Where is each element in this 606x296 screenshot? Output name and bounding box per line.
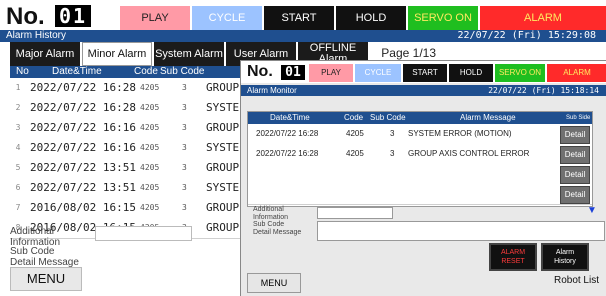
down-arrow-icon[interactable]: ▼	[587, 205, 597, 216]
screen-title: Alarm History	[6, 30, 67, 41]
additional-info-label: Additional Information	[10, 226, 61, 248]
tab-major-alarm[interactable]: Major Alarm	[10, 42, 80, 66]
hold-indicator: HOLD	[336, 6, 406, 30]
front-col-code: Code	[344, 113, 364, 122]
table-header: No Date&Time Code Sub Code	[10, 66, 240, 78]
subcode-label: Sub Code Detail Message	[10, 246, 79, 268]
detail-button[interactable]: Detail	[560, 146, 590, 164]
additional-info-field	[95, 226, 192, 241]
servo-on-indicator: SERVO ON	[408, 6, 478, 30]
col-subcode: Sub Code	[160, 66, 205, 77]
robot-no-label: No.	[6, 3, 45, 30]
front-title-bar: Alarm Monitor 22/07/22 (Fri) 15:18:14	[241, 85, 606, 96]
front-cycle-indicator: CYCLE	[355, 64, 401, 82]
table-row[interactable]: 2 2022/07/22 16:28 4205 3 SYSTE	[10, 98, 240, 119]
front-play-indicator: PLAY	[309, 64, 353, 82]
status-bar: No. 01 PLAY CYCLE START HOLD SERVO ON AL…	[0, 0, 606, 30]
alarm-history-table: No Date&Time Code Sub Code 1 2022/07/22 …	[10, 66, 240, 239]
alarm-reset-button[interactable]: ALARM RESET	[489, 243, 537, 271]
col-code: Code	[134, 66, 158, 77]
front-status-bar: No. 01 PLAY CYCLE START HOLD SERVO ON AL…	[241, 61, 606, 83]
tab-system-alarm[interactable]: System Alarm	[154, 42, 224, 66]
datetime-display: 22/07/22 (Fri) 15:29:08	[457, 30, 596, 41]
page-indicator: Page 1/13	[381, 46, 436, 60]
table-row[interactable]: 4 2022/07/22 16:16 4205 3 SYSTE	[10, 138, 240, 159]
front-col-side: Sub Side	[566, 115, 591, 121]
table-row[interactable]: 5 2022/07/22 13:51 4205 3 GROUP	[10, 158, 240, 179]
front-col-datetime: Date&Time	[270, 113, 310, 122]
front-alarm-indicator: ALARM	[547, 64, 606, 82]
front-subcode-label: Sub Code Detail Message	[253, 221, 302, 236]
detail-button[interactable]: Detail	[560, 166, 590, 184]
table-row[interactable]: 6 2022/07/22 13:51 4205 3 SYSTE	[10, 178, 240, 199]
front-additional-info-label: Additional Information	[253, 206, 289, 221]
start-indicator: START	[264, 6, 334, 30]
front-robot-no-display: 01	[281, 65, 305, 80]
col-datetime: Date&Time	[52, 66, 102, 77]
table-row[interactable]: 2022/07/22 16:28 4205 3 GROUP AXIS CONTR…	[248, 144, 592, 165]
front-menu-button[interactable]: MENU	[247, 273, 301, 293]
alarm-monitor-table: Date&Time Code Sub Code Alarm Message Su…	[247, 111, 593, 207]
alarm-monitor-window: No. 01 PLAY CYCLE START HOLD SERVO ON AL…	[240, 60, 606, 296]
front-col-message: Alarm Message	[460, 113, 516, 122]
front-detail-message-field	[317, 221, 605, 241]
front-screen-title: Alarm Monitor	[247, 86, 297, 95]
alarm-indicator: ALARM	[480, 6, 606, 30]
table-row[interactable]: 1 2022/07/22 16:28 4205 3 GROUP	[10, 78, 240, 99]
table-row[interactable]: 3 2022/07/22 16:16 4205 3 GROUP	[10, 118, 240, 139]
table-row[interactable]: Detail	[248, 184, 592, 205]
detail-button[interactable]: Detail	[560, 126, 590, 144]
table-row[interactable]: Detail	[248, 164, 592, 185]
title-bar: Alarm History 22/07/22 (Fri) 15:29:08	[0, 30, 606, 42]
robot-no-display: 01	[55, 5, 91, 27]
front-robot-no-label: No.	[247, 63, 273, 80]
cycle-indicator: CYCLE	[192, 6, 262, 30]
front-col-subcode: Sub Code	[370, 113, 406, 122]
front-additional-info-field	[317, 207, 393, 219]
table-row[interactable]: 2022/07/22 16:28 4205 3 SYSTEM ERROR (MO…	[248, 124, 592, 145]
front-datetime-display: 22/07/22 (Fri) 15:18:14	[488, 86, 599, 95]
play-indicator: PLAY	[120, 6, 190, 30]
col-no: No	[16, 66, 29, 77]
front-start-indicator: START	[403, 64, 447, 82]
table-row[interactable]: 7 2016/08/02 16:15 4205 3 GROUP	[10, 198, 240, 219]
menu-button[interactable]: MENU	[10, 267, 82, 291]
front-hold-indicator: HOLD	[449, 64, 493, 82]
tab-minor-alarm[interactable]: Minor Alarm	[82, 42, 152, 66]
detail-button[interactable]: Detail	[560, 186, 590, 204]
alarm-history-button[interactable]: Alarm History	[541, 243, 589, 271]
front-servo-on-indicator: SERVO ON	[495, 64, 545, 82]
front-table-header: Date&Time Code Sub Code Alarm Message Su…	[248, 112, 592, 124]
robot-list-button[interactable]: Robot List	[554, 275, 599, 286]
